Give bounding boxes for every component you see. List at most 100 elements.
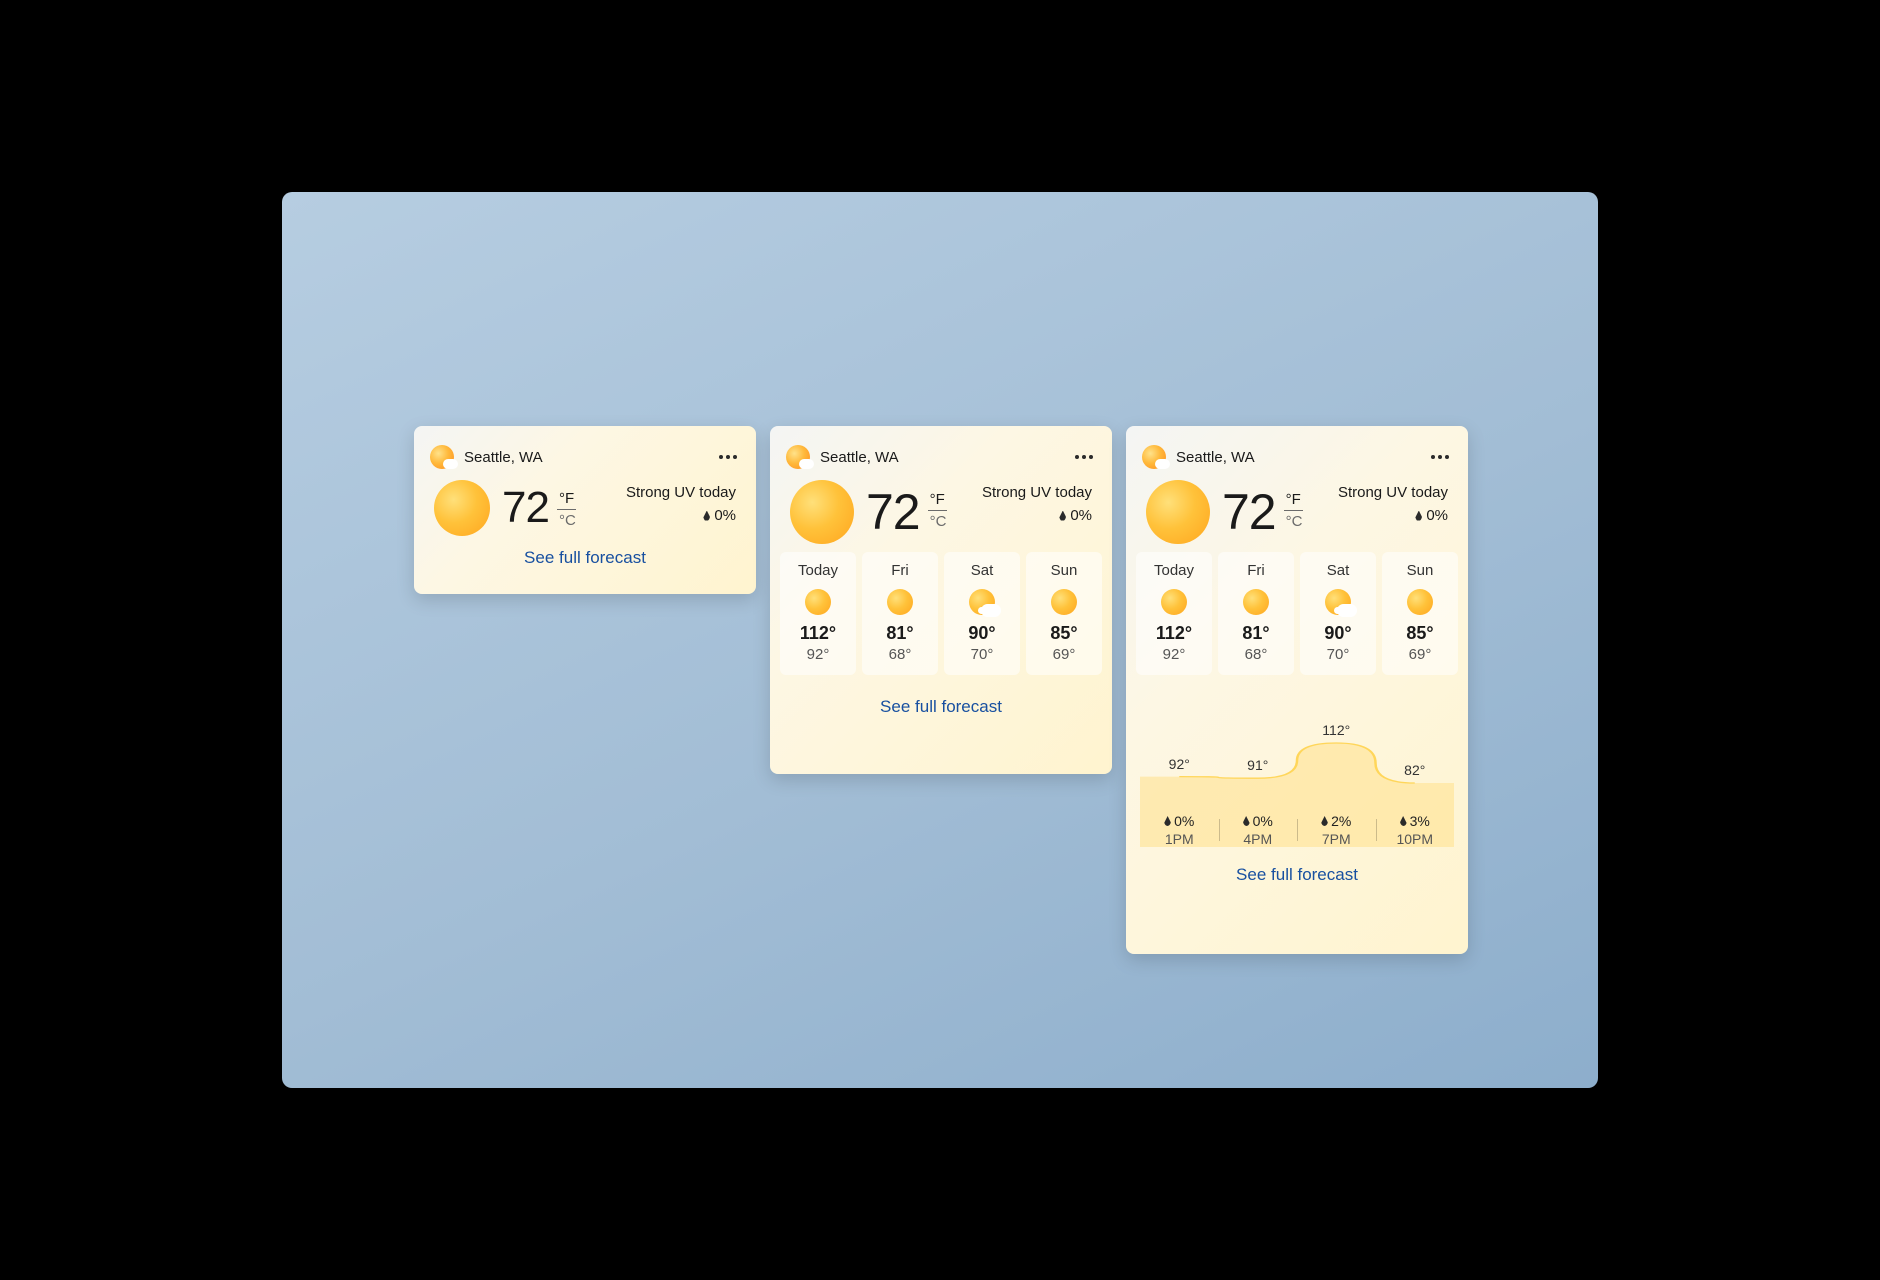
day-tile[interactable]: Sat 90° 70° <box>944 552 1020 675</box>
day-label: Fri <box>862 562 938 579</box>
hour-precip: 0% <box>1219 813 1298 829</box>
hour-precip: 2% <box>1297 813 1376 829</box>
precip-reading: 0% <box>982 507 1092 524</box>
location-label: Seattle, WA <box>464 449 716 466</box>
partly-cloudy-icon <box>1325 589 1351 615</box>
droplet-icon <box>1164 816 1171 826</box>
hour-column: 0%1PM <box>1140 813 1219 847</box>
unit-celsius-button[interactable]: °C <box>1284 511 1305 530</box>
sun-icon <box>887 589 913 615</box>
day-tile[interactable]: Today112°92° <box>780 552 856 675</box>
unit-celsius-button[interactable]: °C <box>928 511 949 530</box>
day-low: 68° <box>1218 646 1294 663</box>
hour-time: 7PM <box>1297 831 1376 847</box>
sun-icon <box>1146 480 1210 544</box>
hour-precip: 0% <box>1140 813 1219 829</box>
sun-icon <box>790 480 854 544</box>
day-label: Today <box>780 562 856 579</box>
day-label: Today <box>1136 562 1212 579</box>
precip-value: 0% <box>714 507 736 524</box>
current-temp: 72 <box>502 486 549 530</box>
unit-fahrenheit-button[interactable]: °F <box>557 490 576 510</box>
partly-cloudy-icon <box>969 589 995 615</box>
see-full-forecast-link[interactable]: See full forecast <box>880 697 1002 717</box>
location-label: Seattle, WA <box>820 449 1072 466</box>
unit-fahrenheit-button[interactable]: °F <box>1284 491 1303 511</box>
droplet-icon <box>703 511 710 521</box>
hourly-chart: 92°91°112°82°0%1PM0%4PM2%7PM3%10PM <box>1140 687 1454 847</box>
day-low: 70° <box>944 646 1020 663</box>
day-high: 90° <box>1300 623 1376 644</box>
unit-celsius-button[interactable]: °C <box>557 510 578 529</box>
hour-time: 10PM <box>1376 831 1455 847</box>
sun-icon <box>1407 589 1433 615</box>
weather-widget-large: Seattle, WA 72 °F °C Strong UV today <box>1126 426 1468 954</box>
day-tile[interactable]: Today 112° 92° <box>1136 552 1212 675</box>
ellipsis-icon <box>719 455 737 459</box>
more-options-button[interactable] <box>1072 445 1096 469</box>
see-full-forecast-link[interactable]: See full forecast <box>1236 865 1358 885</box>
more-options-button[interactable] <box>716 445 740 469</box>
hour-time: 1PM <box>1140 831 1219 847</box>
day-label: Sun <box>1026 562 1102 579</box>
day-tile[interactable]: Sun 85° 69° <box>1382 552 1458 675</box>
hour-temp-label: 112° <box>1322 722 1350 738</box>
sun-icon <box>805 589 831 615</box>
unit-fahrenheit-button[interactable]: °F <box>928 491 947 511</box>
weather-alert: Strong UV today <box>626 484 736 501</box>
hour-temp-label: 91° <box>1247 757 1268 773</box>
day-high: 112° <box>1136 623 1212 644</box>
sun-icon <box>1051 589 1077 615</box>
more-options-button[interactable] <box>1428 445 1452 469</box>
see-full-forecast-link[interactable]: See full forecast <box>524 548 646 568</box>
hour-time: 4PM <box>1219 831 1298 847</box>
day-high: 81° <box>1218 623 1294 644</box>
hour-divider <box>1219 819 1220 841</box>
hour-column: 0%4PM <box>1219 813 1298 847</box>
sun-icon <box>1243 589 1269 615</box>
hour-column: 2%7PM <box>1297 813 1376 847</box>
hour-temp-label: 82° <box>1404 762 1425 778</box>
precip-reading: 0% <box>1338 507 1448 524</box>
current-temp: 72 <box>1222 487 1276 537</box>
weather-widget-small: Seattle, WA 72 °F °C Strong UV today <box>414 426 756 594</box>
hour-divider <box>1297 819 1298 841</box>
day-tile[interactable]: Fri 81° 68° <box>862 552 938 675</box>
day-high: 85° <box>1382 623 1458 644</box>
day-low: 68° <box>862 646 938 663</box>
ellipsis-icon <box>1431 455 1449 459</box>
weather-app-icon <box>786 445 810 469</box>
day-tile[interactable]: Sun 85° 69° <box>1026 552 1102 675</box>
day-high: 112° <box>780 623 856 644</box>
droplet-icon <box>1243 816 1250 826</box>
day-tile[interactable]: Fri 81° 68° <box>1218 552 1294 675</box>
day-tile[interactable]: Sat 90° 70° <box>1300 552 1376 675</box>
weather-widget-medium: Seattle, WA 72 °F °C Strong UV today <box>770 426 1112 774</box>
droplet-icon <box>1059 511 1066 521</box>
precip-value: 0% <box>1070 507 1092 524</box>
day-label: Fri <box>1218 562 1294 579</box>
location-label: Seattle, WA <box>1176 449 1428 466</box>
day-low: 69° <box>1026 646 1102 663</box>
weather-app-icon <box>430 445 454 469</box>
hour-divider <box>1376 819 1377 841</box>
day-low: 69° <box>1382 646 1458 663</box>
day-low: 70° <box>1300 646 1376 663</box>
day-high: 81° <box>862 623 938 644</box>
canvas: Seattle, WA 72 °F °C Strong UV today <box>282 192 1598 1088</box>
hour-temp-label: 92° <box>1169 756 1190 772</box>
droplet-icon <box>1415 511 1422 521</box>
sun-icon <box>1161 589 1187 615</box>
droplet-icon <box>1400 816 1407 826</box>
weather-alert: Strong UV today <box>982 484 1092 501</box>
weather-alert: Strong UV today <box>1338 484 1448 501</box>
droplet-icon <box>1321 816 1328 826</box>
day-label: Sat <box>1300 562 1376 579</box>
day-label: Sat <box>944 562 1020 579</box>
day-high: 85° <box>1026 623 1102 644</box>
day-label: Sun <box>1382 562 1458 579</box>
ellipsis-icon <box>1075 455 1093 459</box>
hour-precip: 3% <box>1376 813 1455 829</box>
day-low: 92° <box>1136 646 1212 663</box>
day-high: 90° <box>944 623 1020 644</box>
